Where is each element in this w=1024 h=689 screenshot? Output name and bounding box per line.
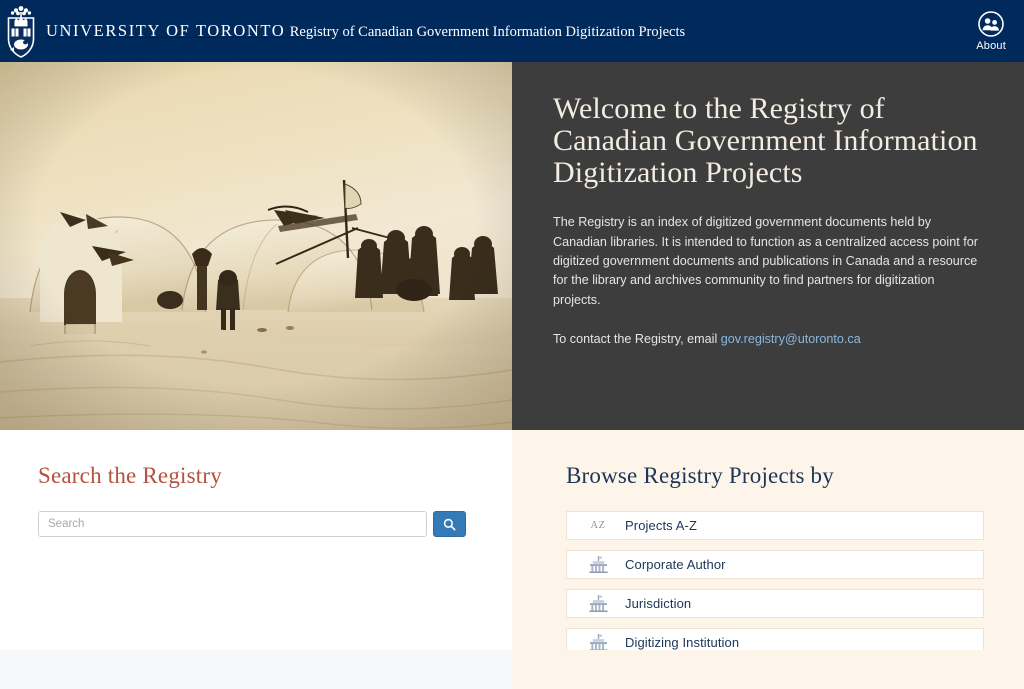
browse-item-label: Corporate Author [625, 557, 726, 572]
hero-section: Welcome to the Registry of Canadian Gove… [0, 62, 1024, 430]
hero-photo [0, 62, 512, 430]
search-panel: Search the Registry [0, 430, 512, 650]
search-icon [443, 518, 456, 531]
search-input[interactable] [38, 511, 427, 537]
browse-item-label: Projects A-Z [625, 518, 697, 533]
brand-text: UNIVERSITY OF TORONTO Registry of Canadi… [46, 21, 685, 41]
search-form [38, 511, 474, 537]
hero-title: Welcome to the Registry of Canadian Gove… [553, 92, 978, 190]
az-glyph: AZ [590, 520, 606, 531]
contact-email-link[interactable]: gov.registry@utoronto.ca [721, 332, 861, 346]
brand-home-link[interactable]: UNIVERSITY OF TORONTO Registry of Canadi… [4, 3, 972, 59]
nav-about[interactable]: About [972, 9, 1010, 54]
footer-left-strip [0, 650, 512, 689]
browse-list: AZ Projects A-Z Corporate Author Jurisdi… [566, 511, 984, 657]
uoft-crest-icon [7, 6, 35, 58]
page-root: UNIVERSITY OF TORONTO Registry of Canadi… [0, 0, 1024, 689]
az-icon: AZ [581, 520, 615, 531]
footer-right-strip [512, 650, 1024, 689]
browse-item-projects-a-z[interactable]: AZ Projects A-Z [566, 511, 984, 540]
site-header: UNIVERSITY OF TORONTO Registry of Canadi… [0, 0, 1024, 62]
hero-contact-line: To contact the Registry, email gov.regis… [553, 330, 984, 349]
search-submit-button[interactable] [433, 511, 466, 537]
lower-section: Search the Registry Browse Registry Proj… [0, 430, 1024, 657]
institution-icon [581, 634, 615, 651]
search-panel-title: Search the Registry [38, 463, 222, 488]
institution-icon [581, 595, 615, 612]
site-name: Registry of Canadian Government Informat… [289, 24, 686, 41]
footer [0, 650, 1024, 689]
people-circle-icon [978, 10, 1004, 37]
contact-prefix: To contact the Registry, email [553, 332, 718, 347]
hero-description: The Registry is an index of digitized go… [553, 215, 978, 307]
browse-panel-title: Browse Registry Projects by [566, 463, 834, 488]
university-name: UNIVERSITY OF TORONTO [46, 21, 286, 41]
about-label: About [976, 39, 1006, 52]
historic-igloo-camp-photo [0, 62, 512, 430]
hero-copy: Welcome to the Registry of Canadian Gove… [512, 62, 1024, 430]
browse-item-corporate-author[interactable]: Corporate Author [566, 550, 984, 579]
institution-icon [581, 556, 615, 573]
browse-panel: Browse Registry Projects by AZ Projects … [512, 430, 1024, 657]
browse-item-label: Jurisdiction [625, 596, 692, 611]
browse-item-jurisdiction[interactable]: Jurisdiction [566, 589, 984, 618]
browse-item-label: Digitizing Institution [625, 635, 740, 650]
